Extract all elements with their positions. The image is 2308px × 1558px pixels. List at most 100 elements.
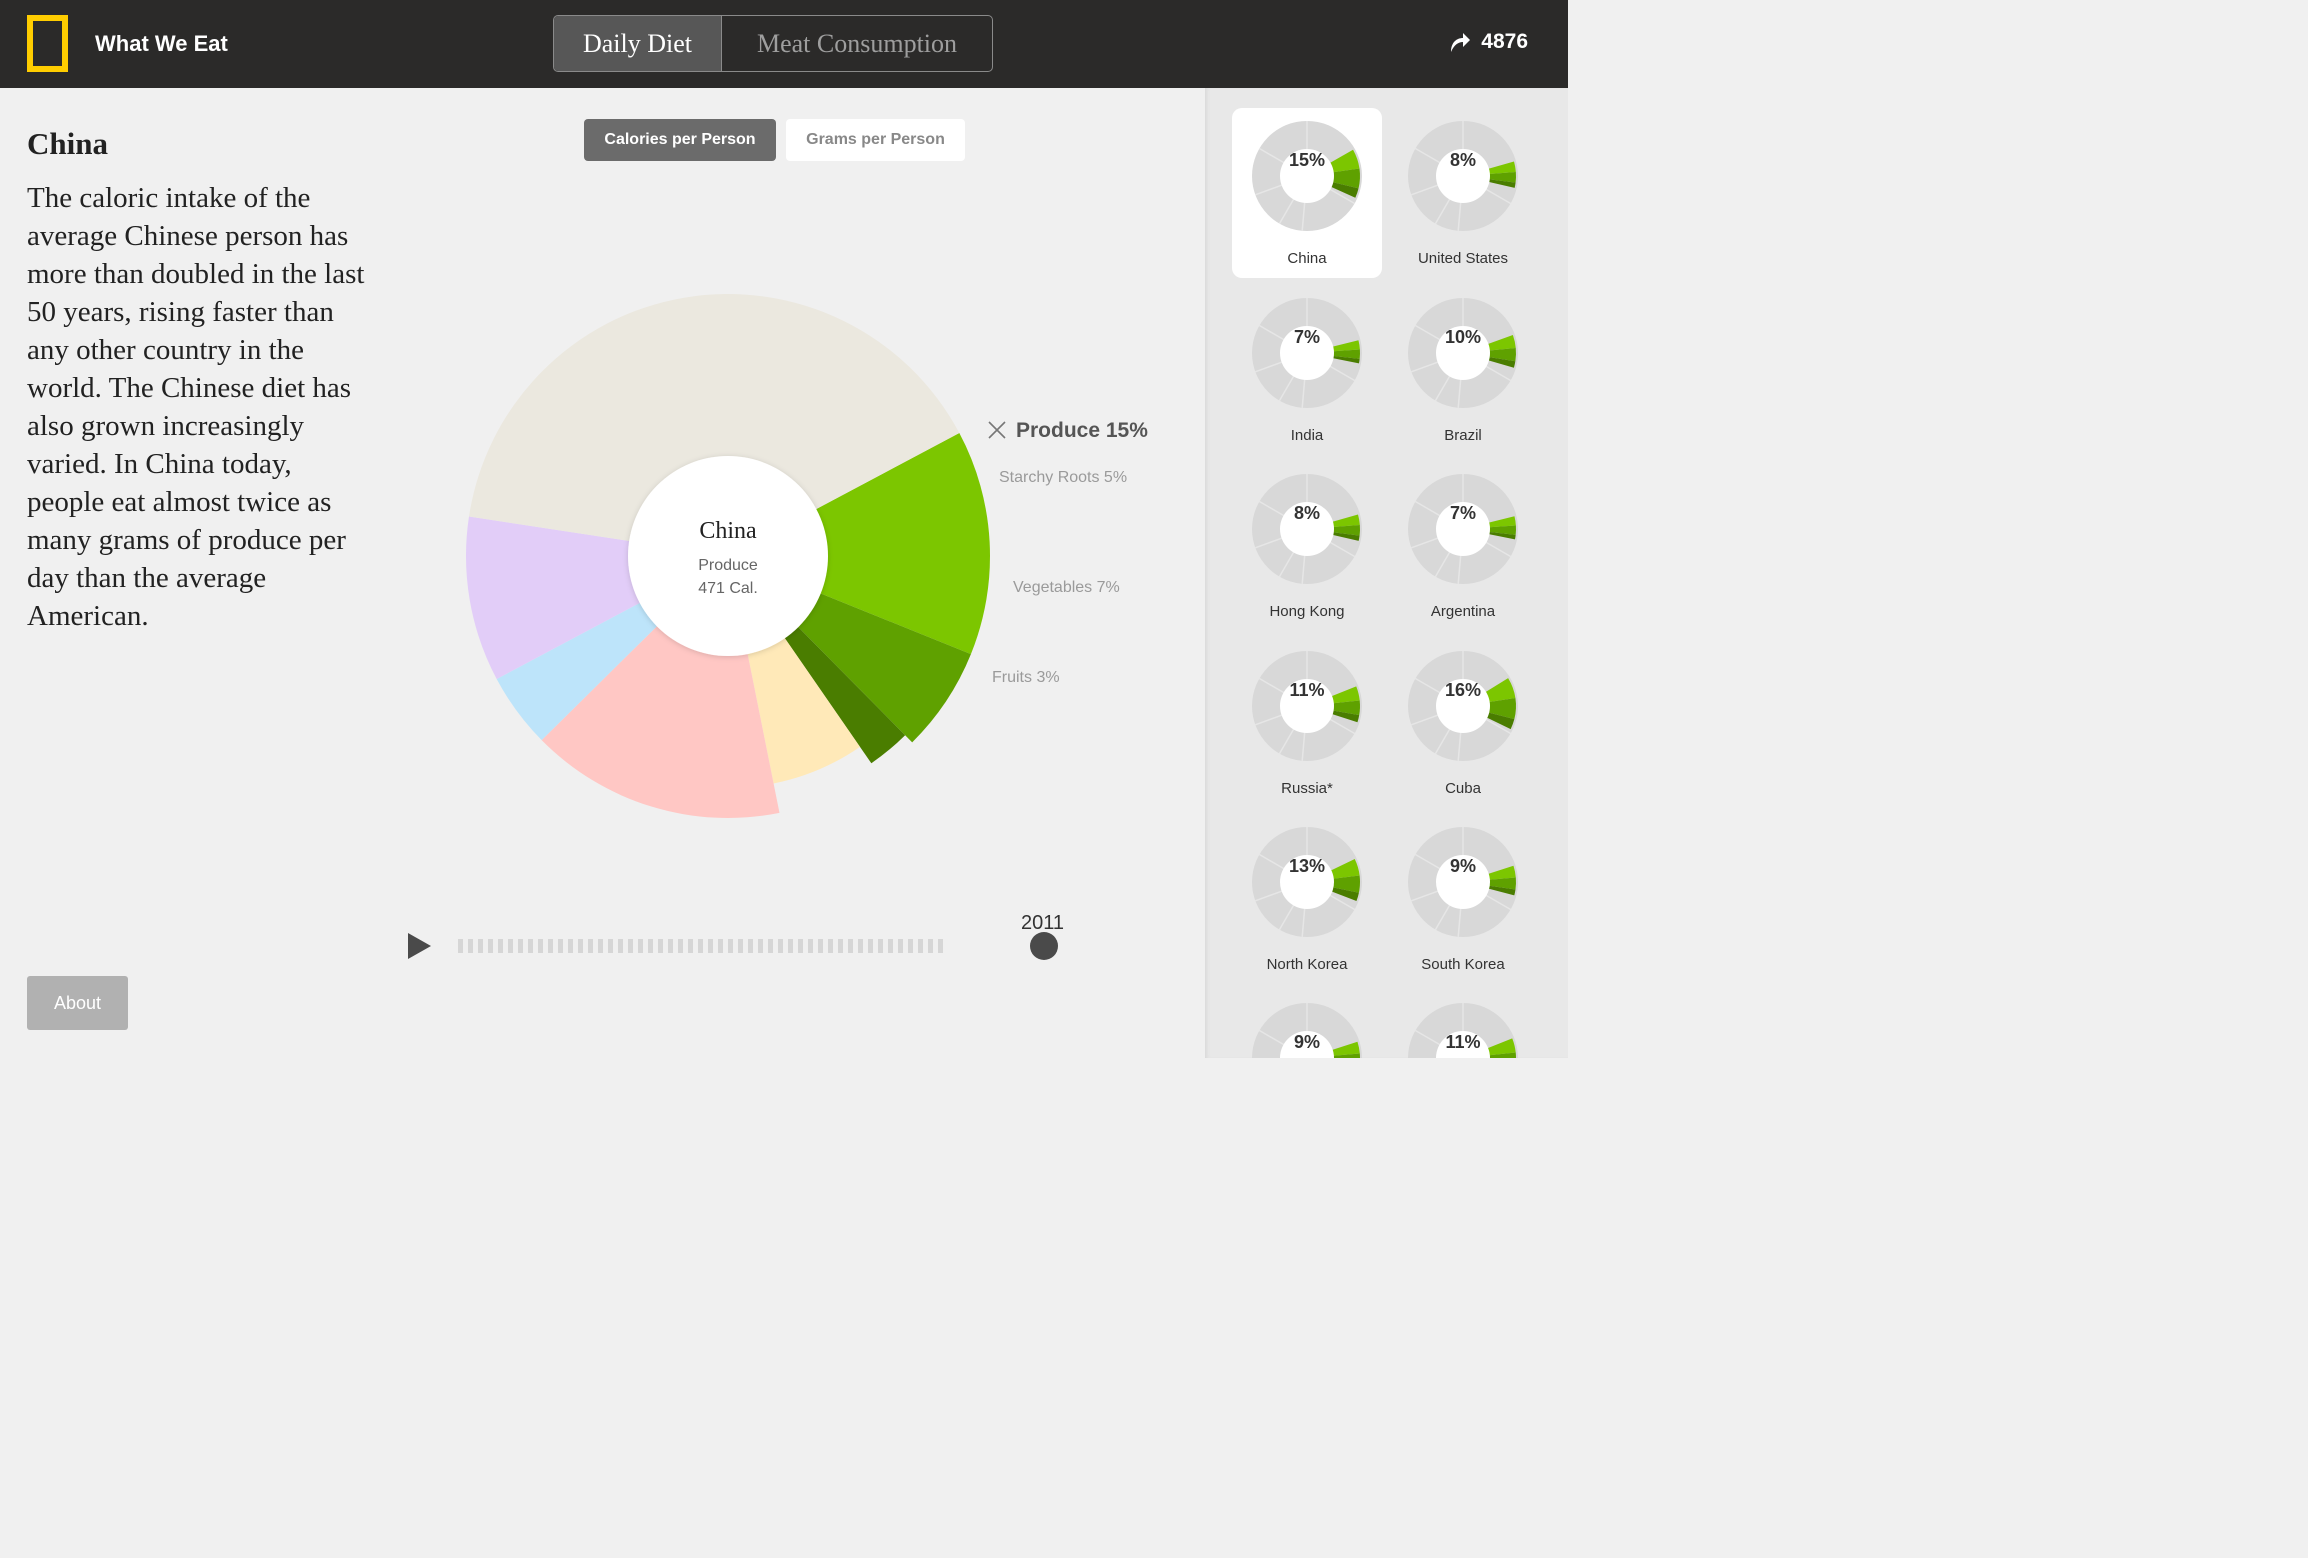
timeline-tick[interactable]: [788, 939, 793, 953]
timeline-tick[interactable]: [818, 939, 823, 953]
timeline-tick[interactable]: [748, 939, 753, 953]
country-card[interactable]: 9%: [1232, 990, 1382, 1058]
country-percent: 8%: [1449, 150, 1476, 170]
timeline-tick[interactable]: [468, 939, 473, 953]
timeline-tick[interactable]: [758, 939, 763, 953]
timeline-tick[interactable]: [478, 939, 483, 953]
timeline-tick[interactable]: [648, 939, 653, 953]
pie-center-title: China: [699, 518, 757, 544]
timeline-tick[interactable]: [868, 939, 873, 953]
timeline-tick[interactable]: [798, 939, 803, 953]
country-percent: 11%: [1289, 680, 1325, 700]
country-percent: 9%: [1449, 856, 1476, 876]
country-name: Argentina: [1430, 603, 1496, 620]
timeline-tick[interactable]: [908, 939, 913, 953]
timeline-tick[interactable]: [658, 939, 663, 953]
timeline-tick[interactable]: [628, 939, 633, 953]
timeline-tick[interactable]: [668, 939, 673, 953]
country-name: Cuba: [1445, 780, 1481, 797]
timeline-tick[interactable]: [578, 939, 583, 953]
timeline-tick[interactable]: [858, 939, 863, 953]
timeline-tick[interactable]: [778, 939, 783, 953]
timeline-tick[interactable]: [508, 939, 513, 953]
timeline-tick[interactable]: [698, 939, 703, 953]
timeline-tick[interactable]: [828, 939, 833, 953]
timeline-tick[interactable]: [638, 939, 643, 953]
country-sidebar[interactable]: 15% China 8% United States 7% India 10% Brazil 8…: [1205, 88, 1568, 1058]
country-percent: 7%: [1449, 503, 1476, 523]
timeline-tick[interactable]: [598, 939, 603, 953]
timeline-tick[interactable]: [568, 939, 573, 953]
close-icon[interactable]: [988, 421, 1006, 439]
country-percent: 8%: [1293, 503, 1320, 523]
country-name: Hong Kong: [1269, 603, 1345, 620]
timeline-tick[interactable]: [608, 939, 613, 953]
timeline-tick[interactable]: [688, 939, 693, 953]
pie-center: [628, 456, 828, 656]
about-button[interactable]: About: [27, 976, 128, 1030]
timeline-tick[interactable]: [498, 939, 503, 953]
country-card[interactable]: 10% Brazil: [1388, 285, 1538, 455]
timeline-tick[interactable]: [718, 939, 723, 953]
slice-label: Starchy Roots 5%: [999, 469, 1127, 486]
pie-center-category: Produce: [698, 557, 758, 574]
tab-meat-consumption[interactable]: Meat Consumption: [722, 16, 992, 71]
slice-label: Fruits 3%: [992, 669, 1060, 686]
country-card[interactable]: 13% North Korea: [1232, 814, 1382, 984]
timeline-tick[interactable]: [458, 939, 463, 953]
play-icon[interactable]: [408, 933, 431, 959]
country-card[interactable]: 8% United States: [1388, 108, 1538, 278]
timeline-tick[interactable]: [838, 939, 843, 953]
app-title: What We Eat: [95, 31, 228, 56]
timeline-tick[interactable]: [678, 939, 683, 953]
timeline-tick[interactable]: [768, 939, 773, 953]
country-card[interactable]: 11% Russia*: [1232, 638, 1382, 808]
share-button[interactable]: 4876: [1449, 30, 1528, 54]
timeline-tick[interactable]: [528, 939, 533, 953]
country-mini-pie: [1252, 827, 1362, 937]
pie-center-value: 471 Cal.: [698, 580, 758, 597]
timeline-handle[interactable]: [1030, 932, 1058, 960]
nat-geo-logo[interactable]: [27, 15, 68, 72]
timeline-tick[interactable]: [848, 939, 853, 953]
timeline-tick[interactable]: [808, 939, 813, 953]
country-card[interactable]: 15% China: [1232, 108, 1382, 278]
country-name: India: [1290, 427, 1324, 444]
country-card[interactable]: 9% South Korea: [1388, 814, 1538, 984]
timeline-tick[interactable]: [738, 939, 743, 953]
timeline-tick[interactable]: [558, 939, 563, 953]
country-card[interactable]: 16% Cuba: [1388, 638, 1538, 808]
view-tabs: Daily Diet Meat Consumption: [553, 15, 993, 72]
timeline-tick[interactable]: [918, 939, 923, 953]
timeline-tick[interactable]: [878, 939, 883, 953]
country-percent: 7%: [1293, 327, 1320, 347]
timeline-tick[interactable]: [488, 939, 493, 953]
timeline-tick[interactable]: [888, 939, 893, 953]
timeline-tick[interactable]: [518, 939, 523, 953]
country-card[interactable]: 7% Argentina: [1388, 461, 1538, 631]
timeline-tick[interactable]: [708, 939, 713, 953]
timeline-track[interactable]: [458, 939, 943, 953]
country-percent: 10%: [1444, 327, 1482, 347]
timeline-tick[interactable]: [728, 939, 733, 953]
timeline-tick[interactable]: [588, 939, 593, 953]
country-name: China: [1287, 250, 1327, 267]
timeline-tick[interactable]: [548, 939, 553, 953]
country-card[interactable]: 11%: [1388, 990, 1538, 1058]
country-mini-pie: [1408, 474, 1518, 584]
timeline-tick[interactable]: [938, 939, 943, 953]
country-mini-pie: [1408, 651, 1518, 761]
timeline-tick[interactable]: [538, 939, 543, 953]
country-card[interactable]: 8% Hong Kong: [1232, 461, 1382, 631]
timeline-tick[interactable]: [618, 939, 623, 953]
country-mini-pie: [1408, 121, 1518, 231]
country-card[interactable]: 7% India: [1232, 285, 1382, 455]
timeline-tick[interactable]: [898, 939, 903, 953]
top-bar: What We Eat Daily Diet Meat Consumption …: [0, 0, 1568, 88]
share-arrow-icon: [1451, 33, 1471, 52]
tab-daily-diet[interactable]: Daily Diet: [554, 16, 722, 71]
country-mini-pie: [1408, 827, 1518, 937]
country-percent: 16%: [1444, 680, 1482, 700]
timeline-tick[interactable]: [928, 939, 933, 953]
country-mini-pie: [1252, 474, 1362, 584]
